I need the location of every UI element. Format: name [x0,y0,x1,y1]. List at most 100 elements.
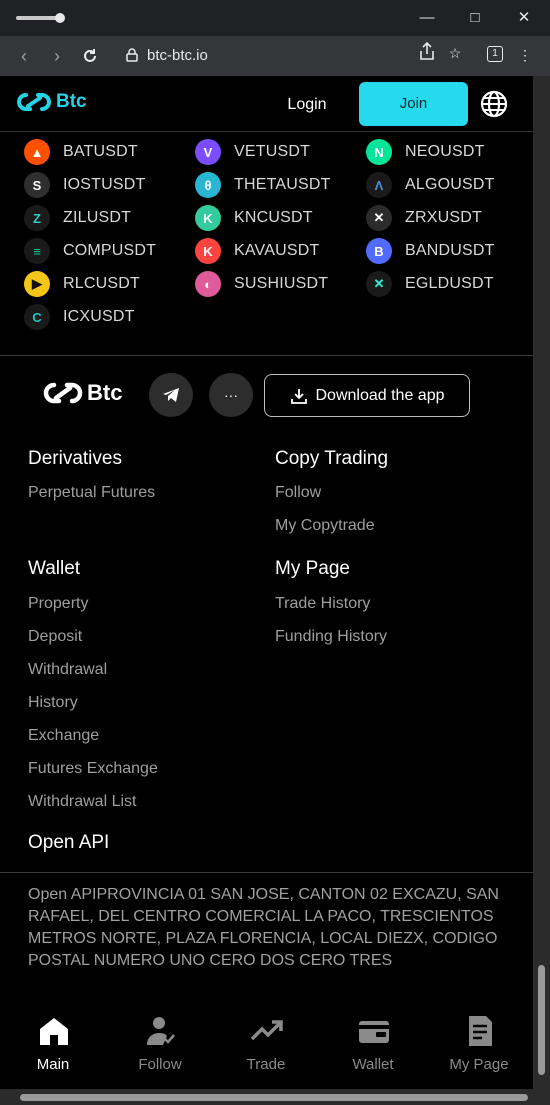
globe-icon[interactable] [480,90,508,118]
coin-item-batusdt[interactable]: ▲ BATUSDT [24,139,138,165]
footer-link-perpetual-futures[interactable]: Perpetual Futures [28,484,155,502]
menu-dots-icon[interactable]: ⋮ [514,44,536,66]
nav-label: Follow [138,1056,182,1073]
footer-link-futures-exchange[interactable]: Futures Exchange [28,760,158,778]
minimize-icon[interactable]: — [417,8,437,28]
nav-my-page[interactable]: My Page [426,983,532,1089]
coin-name: NEOUSDT [405,143,485,160]
coin-item-icxusdt[interactable]: C ICXUSDT [24,304,135,330]
nav-main[interactable]: Main [0,983,106,1089]
more-dots-icon: ··· [224,387,238,403]
coin-name: KNCUSDT [234,209,313,226]
coin-item-zrxusdt[interactable]: ✕ ZRXUSDT [366,205,482,231]
coin-item-iostusdt[interactable]: S IOSTUSDT [24,172,146,198]
egld-icon: ✕ [366,271,392,297]
knc-icon: K [195,205,221,231]
footer-link-withdrawal-list[interactable]: Withdrawal List [28,793,136,811]
icx-icon: C [24,304,50,330]
close-icon[interactable]: ✕ [514,8,534,28]
coin-item-sushiusdt[interactable]: ◐ SUSHIUSDT [195,271,328,297]
download-app-button[interactable]: Download the app [264,374,470,417]
derivatives-title: Derivatives [28,448,122,469]
coin-item-algousdt[interactable]: Λ ALGOUSDT [366,172,495,198]
coin-item-kavausdt[interactable]: K KAVAUSDT [195,238,319,264]
band-icon: B [366,238,392,264]
share-icon[interactable] [416,41,438,64]
iost-icon: S [24,172,50,198]
coin-item-bandusdt[interactable]: B BANDUSDT [366,238,495,264]
footer-link-trade-history[interactable]: Trade History [275,595,370,613]
coin-name: ZRXUSDT [405,209,482,226]
nav-label: My Page [449,1056,509,1073]
footer-link-deposit[interactable]: Deposit [28,628,82,646]
lock-icon [126,48,138,62]
chain-logo-icon [43,382,83,404]
coin-item-egldusdt[interactable]: ✕ EGLDUSDT [366,271,494,297]
maximize-icon[interactable]: □ [465,8,485,28]
join-button[interactable]: Join [359,82,468,126]
site-header: Btc Login Join [0,76,533,132]
nav-follow[interactable]: Follow [107,983,213,1089]
coin-name: ICXUSDT [63,308,135,325]
coin-name: ALGOUSDT [405,176,495,193]
sushi-icon: ◐ [195,271,221,297]
reload-icon[interactable] [78,44,102,68]
zrx-icon: ✕ [366,205,392,231]
coin-item-thetausdt[interactable]: θ THETAUSDT [195,172,331,198]
nav-wallet[interactable]: Wallet [320,983,426,1089]
coin-name: EGLDUSDT [405,275,494,292]
nav-label: Main [36,1056,70,1073]
coin-item-compusdt[interactable]: ≡ COMPUSDT [24,238,156,264]
login-button[interactable]: Login [262,84,352,126]
coin-item-vetusdt[interactable]: V VETUSDT [195,139,310,165]
coin-name: ZILUSDT [63,209,132,226]
coin-name: KAVAUSDT [234,242,320,259]
footer-link-property[interactable]: Property [28,595,88,613]
zil-icon: Z [24,205,50,231]
nav-trade[interactable]: Trade [213,983,319,1089]
footer-link-withdrawal[interactable]: Withdrawal [28,661,107,679]
trend-icon [250,1020,283,1041]
bat-icon: ▲ [24,139,50,165]
footer-link-history[interactable]: History [28,694,78,712]
coin-item-kncusdt[interactable]: K KNCUSDT [195,205,313,231]
chain-logo-icon [17,93,51,111]
more-button[interactable]: ··· [209,373,253,417]
download-label: Download the app [315,386,445,404]
footer-link-exchange[interactable]: Exchange [28,727,99,745]
site-logo[interactable]: Btc [16,90,87,114]
bookmark-star-icon[interactable]: ☆ [444,42,466,64]
footer-link-my-copytrade[interactable]: My Copytrade [275,517,375,535]
download-icon [290,388,307,404]
coin-name: BATUSDT [63,143,138,160]
address-divider [0,872,533,873]
footer-link-follow[interactable]: Follow [275,484,321,502]
algo-icon: Λ [366,172,392,198]
home-icon [40,1018,68,1045]
telegram-button[interactable] [149,373,193,417]
forward-icon[interactable]: › [45,44,69,68]
horizontal-scroll-thumb[interactable] [20,1094,528,1101]
web-page: Btc Login Join ▲ BATUSDT V VETUSDT N NEOUSDT S… [0,76,533,1089]
telegram-icon [163,388,179,402]
footer-logo[interactable]: Btc [42,380,122,406]
coin-name: COMPUSDT [63,242,157,259]
coin-name: RLCUSDT [63,275,140,292]
company-address: Open APIPROVINCIA 01 SAN JOSE, CANTON 02… [28,886,499,969]
wallet-title: Wallet [28,558,81,579]
coin-item-zilusdt[interactable]: Z ZILUSDT [24,205,131,231]
coin-item-neousdt[interactable]: N NEOUSDT [366,139,485,165]
vertical-scroll-thumb[interactable] [538,965,545,1075]
logo-text: Btc [56,91,87,112]
back-icon[interactable]: ‹ [12,44,36,68]
browser-toolbar: ‹ › btc-btc.io ☆ [0,36,550,76]
vertical-scrollbar[interactable] [533,76,550,1089]
coin-item-rlcusdt[interactable]: ▶ RLCUSDT [24,271,140,297]
coin-name: THETAUSDT [234,176,331,193]
window-slider-icon[interactable] [16,13,65,23]
url-text: btc-btc.io [147,47,208,64]
open-api-title[interactable]: Open API [28,832,109,854]
footer-link-funding-history[interactable]: Funding History [275,628,387,646]
tab-count-icon[interactable]: 1 [487,46,503,62]
kava-icon: K [195,238,221,264]
